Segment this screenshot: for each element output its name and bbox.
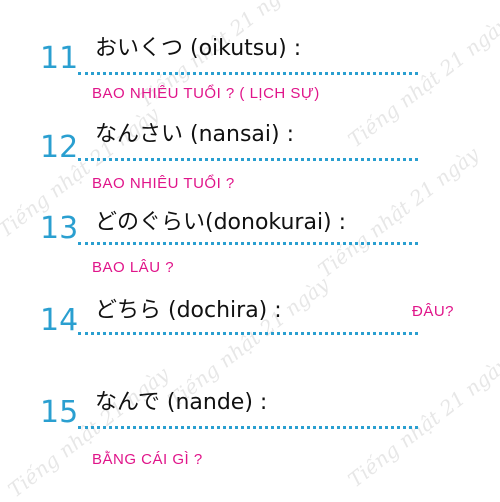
entry-number: 15 [40,395,79,430]
dotted-line [78,332,418,335]
japanese-term: どのぐらい(donokurai) : [95,210,347,235]
vietnamese-meaning: BẰNG CÁI GÌ ? [92,451,203,468]
entry-number: 13 [40,211,79,246]
vietnamese-meaning: BAO NHIÊU TUỔI ? [92,175,235,192]
dotted-line [78,426,418,429]
dotted-line [78,72,418,75]
vocabulary-card: Tiếng nhật 21 ngày Tiếng nhật 21 ngày Ti… [0,0,500,502]
japanese-term: どちら (dochira) : [95,298,282,323]
dotted-line [78,158,418,161]
entry-number: 11 [40,41,79,76]
vietnamese-meaning: BAO LÂU ? [92,259,175,276]
japanese-term: なんさい (nansai) : [95,122,294,147]
vietnamese-meaning: BAO NHIÊU TUỔI ? ( LỊCH SỰ) [92,85,320,102]
dotted-line [78,242,418,245]
watermark: Tiếng nhật 21 ngày [343,11,500,153]
japanese-term: なんで (nande) : [95,390,268,415]
entry-number: 12 [40,130,79,165]
watermark: Tiếng nhật 21 ngày [3,361,174,502]
watermark: Tiếng nhật 21 ngày [343,351,500,493]
japanese-term: おいくつ (oikutsu) : [95,36,302,61]
entry-number: 14 [40,303,79,338]
vietnamese-meaning: ĐÂU? [412,303,455,320]
